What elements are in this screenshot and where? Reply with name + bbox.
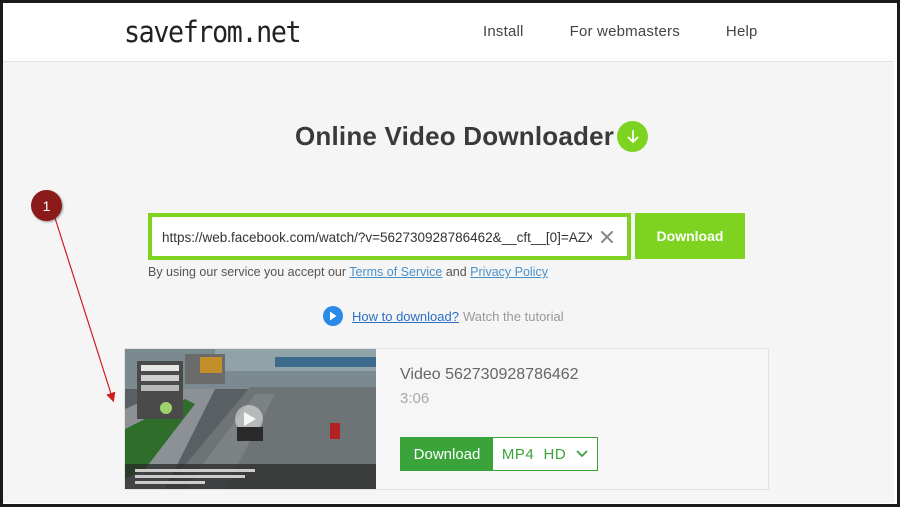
page: savefrom.net Install For webmasters Help… — [3, 3, 894, 503]
nav-help[interactable]: Help — [726, 23, 758, 40]
watch-tutorial-text: Watch the tutorial — [462, 308, 564, 324]
terms-notice: By using our service you accept our Term… — [148, 265, 548, 279]
url-input-wrapper — [148, 213, 631, 260]
download-button[interactable]: Download — [635, 213, 745, 259]
url-input[interactable] — [162, 227, 592, 247]
terms-prefix: By using our service you accept our — [148, 265, 350, 279]
video-thumbnail[interactable] — [125, 349, 376, 489]
howto-row: How to download? Watch the tutorial — [323, 306, 564, 326]
privacy-policy-link[interactable]: Privacy Policy — [470, 265, 548, 279]
video-duration: 3:06 — [400, 390, 430, 407]
video-title: Video 562730928786462 — [400, 366, 579, 383]
download-arrow-icon — [617, 121, 648, 152]
result-card: Video 562730928786462 3:06 Download MP4 … — [124, 348, 769, 490]
chevron-down-icon — [576, 450, 588, 458]
annotation-badge: 1 — [31, 190, 62, 221]
main-nav: Install For webmasters Help — [483, 23, 804, 40]
format-select[interactable]: MP4 HD — [493, 438, 597, 470]
site-header: savefrom.net Install For webmasters Help — [3, 3, 894, 62]
page-title: Online Video Downloader — [295, 121, 615, 151]
nav-for-webmasters[interactable]: For webmasters — [570, 23, 680, 40]
video-download-button[interactable]: Download — [401, 438, 493, 470]
how-to-download-link[interactable]: How to download? — [352, 309, 459, 324]
clear-icon[interactable] — [599, 229, 615, 245]
download-group: Download MP4 HD — [400, 437, 598, 471]
play-icon[interactable] — [323, 306, 343, 326]
site-logo[interactable]: savefrom.net — [124, 15, 302, 49]
format-label: MP4 HD — [501, 445, 567, 463]
terms-and: and — [442, 265, 471, 279]
terms-of-service-link[interactable]: Terms of Service — [349, 265, 442, 279]
nav-install[interactable]: Install — [483, 23, 524, 40]
